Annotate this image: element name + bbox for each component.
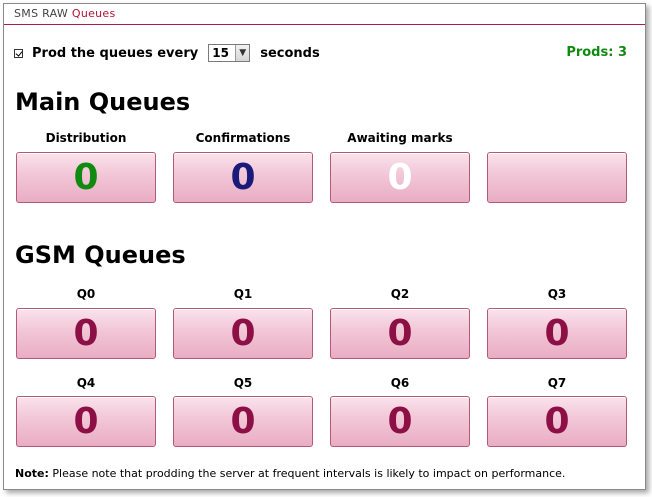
queue-box-confirmations[interactable]: 0	[173, 152, 313, 203]
gsm-label-q6: Q6	[390, 376, 410, 390]
queue-box-distribution[interactable]: 0	[16, 152, 156, 203]
seconds-label: seconds	[260, 45, 320, 61]
main-queues-heading: Main Queues	[15, 88, 191, 116]
gsm-box-q0[interactable]: 0	[16, 308, 156, 359]
queue-label-confirmations: Confirmations	[195, 131, 291, 145]
gsm-box-q6[interactable]: 0	[330, 396, 470, 447]
queue-box-awaiting-marks[interactable]: 0	[330, 152, 470, 203]
queue-label-awaiting-marks: Awaiting marks	[347, 131, 453, 145]
prod-label: Prod the queues every	[32, 45, 199, 61]
gsm-label-q7: Q7	[547, 376, 567, 390]
prod-checkbox[interactable]	[14, 48, 23, 58]
gsm-queues-heading: GSM Queues	[15, 241, 186, 269]
gsm-label-q5: Q5	[233, 376, 253, 390]
app-title-prefix: SMS RAW	[14, 7, 72, 20]
chevron-down-icon[interactable]: ▼	[235, 45, 250, 61]
prods-counter: Prods: 3	[566, 45, 627, 60]
note-label: Note:	[15, 467, 49, 480]
gsm-label-q2: Q2	[390, 287, 410, 301]
interval-select[interactable]: 15 ▼	[208, 44, 251, 62]
performance-note: Note: Please note that prodding the serv…	[15, 467, 565, 480]
gsm-box-q1[interactable]: 0	[173, 308, 313, 359]
interval-value: 15	[212, 46, 229, 60]
queue-label-distribution: Distribution	[45, 131, 127, 145]
gsm-box-q2[interactable]: 0	[330, 308, 470, 359]
prod-controls: Prod the queues every 15 ▼ seconds	[14, 42, 320, 64]
gsm-box-q3[interactable]: 0	[487, 308, 627, 359]
gsm-label-q3: Q3	[547, 287, 567, 301]
gsm-label-q4: Q4	[76, 376, 96, 390]
app-title: SMS RAW Queues	[14, 7, 116, 20]
app-window: SMS RAW Queues Prod the queues every 15 …	[3, 3, 646, 490]
title-bar: SMS RAW Queues	[4, 4, 645, 25]
gsm-label-q0: Q0	[76, 287, 96, 301]
gsm-box-q5[interactable]: 0	[173, 396, 313, 447]
app-title-accent: Queues	[71, 7, 116, 20]
gsm-box-q7[interactable]: 0	[487, 396, 627, 447]
note-text: Please note that prodding the server at …	[48, 467, 566, 480]
queue-box-empty[interactable]	[487, 152, 627, 203]
gsm-label-q1: Q1	[233, 287, 253, 301]
gsm-box-q4[interactable]: 0	[16, 396, 156, 447]
